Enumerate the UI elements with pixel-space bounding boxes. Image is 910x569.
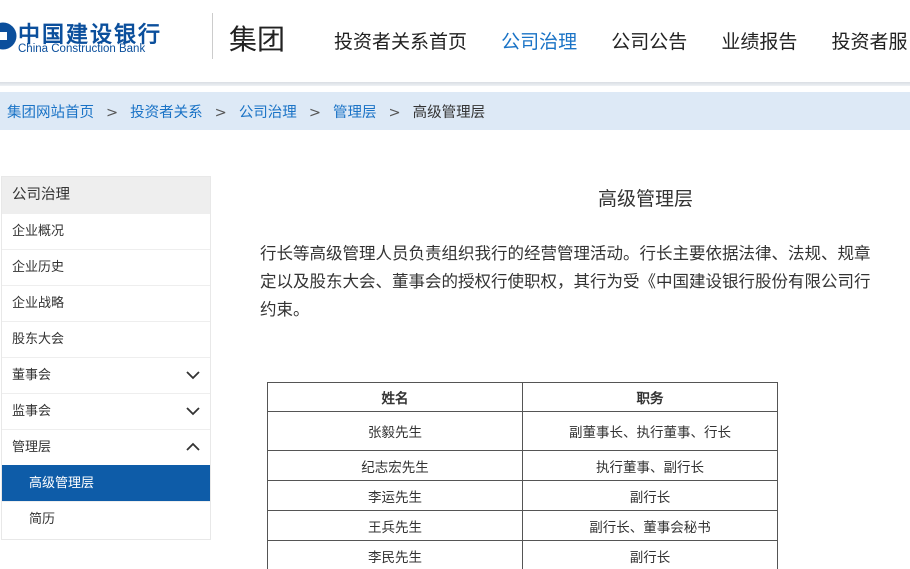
breadcrumb-separator: > — [388, 105, 401, 121]
cell-name: 李运先生 — [267, 480, 523, 511]
breadcrumb-investor-relations[interactable]: 投资者关系 — [130, 105, 203, 121]
table-row: 李运先生 副行长 — [267, 480, 778, 511]
sidebar-item-strategy[interactable]: 企业战略 — [2, 285, 210, 321]
sidebar-nav: 公司治理 企业概况 企业历史 企业战略 股东大会 董事会 监事会 管理层 高级管… — [1, 176, 211, 540]
cell-position: 副行长 — [522, 540, 778, 569]
management-table-container: 姓名 职务 张毅先生 副董事长、执行董事、行长 纪志宏先生 执行董事、副行长 李… — [267, 382, 779, 569]
column-header-position: 职务 — [522, 382, 778, 412]
sidebar-header: 公司治理 — [2, 177, 210, 213]
intro-line: 约束。 — [260, 300, 310, 319]
page-title: 高级管理层 — [598, 188, 694, 210]
nav-results-reports[interactable]: 业绩报告 — [721, 27, 797, 54]
column-header-name: 姓名 — [267, 382, 523, 412]
table-header-row: 姓名 职务 — [267, 382, 778, 412]
sidebar-item-label: 企业历史 — [12, 260, 65, 275]
table-row: 张毅先生 副董事长、执行董事、行长 — [267, 411, 778, 451]
breadcrumb-separator: > — [214, 105, 227, 121]
ccb-logo-icon — [0, 22, 17, 50]
breadcrumb: 集团网站首页 > 投资者关系 > 公司治理 > 管理层 > 高级管理层 — [0, 92, 910, 130]
table-row: 李民先生 副行长 — [267, 540, 778, 569]
sidebar-item-senior-management[interactable]: 高级管理层 — [2, 465, 210, 501]
table-row: 王兵先生 副行长、董事会秘书 — [267, 510, 778, 541]
site-header: 中国建设银行 China Construction Bank 集团 投资者关系首… — [0, 0, 910, 82]
intro-paragraph: 行长等高级管理人员负责组织我行的经营管理活动。行长主要依据法律、法规、规章 定以… — [260, 240, 910, 324]
cell-position: 副行长、董事会秘书 — [522, 510, 778, 541]
chevron-down-icon[interactable] — [186, 370, 200, 380]
sidebar-item-resumes[interactable]: 简历 — [2, 501, 210, 537]
cell-name: 王兵先生 — [267, 510, 523, 541]
sidebar-item-label: 监事会 — [12, 404, 52, 419]
sidebar-item-shareholders-meeting[interactable]: 股东大会 — [2, 321, 210, 357]
breadcrumb-separator: > — [106, 105, 119, 121]
breadcrumb-group-home[interactable]: 集团网站首页 — [7, 105, 94, 121]
ccb-logo[interactable]: 中国建设银行 China Construction Bank — [0, 15, 198, 59]
chevron-up-icon[interactable] — [186, 442, 200, 452]
cell-name: 张毅先生 — [267, 411, 523, 451]
logo-text-en: China Construction Bank — [18, 43, 146, 55]
sidebar-item-label: 管理层 — [12, 440, 52, 455]
sidebar-item-label: 简历 — [29, 512, 56, 527]
cell-name: 李民先生 — [267, 540, 523, 569]
sidebar-item-supervisors[interactable]: 监事会 — [2, 393, 210, 429]
nav-announcements[interactable]: 公司公告 — [611, 27, 687, 54]
cell-position: 副董事长、执行董事、行长 — [522, 411, 778, 451]
management-table: 姓名 职务 张毅先生 副董事长、执行董事、行长 纪志宏先生 执行董事、副行长 李… — [267, 382, 778, 569]
breadcrumb-current: 高级管理层 — [412, 105, 486, 121]
nav-investor-services[interactable]: 投资者服 — [831, 27, 907, 54]
nav-investor-home[interactable]: 投资者关系首页 — [334, 27, 467, 54]
sidebar-item-management[interactable]: 管理层 — [2, 429, 210, 465]
breadcrumb-trail: 集团网站首页 > 投资者关系 > 公司治理 > 管理层 > 高级管理层 — [7, 101, 485, 122]
sidebar-item-label: 企业概况 — [12, 224, 65, 239]
sidebar-item-overview[interactable]: 企业概况 — [2, 213, 210, 249]
sidebar-item-label: 企业战略 — [12, 296, 65, 311]
sidebar-item-board[interactable]: 董事会 — [2, 357, 210, 393]
intro-line: 定以及股东大会、董事会的授权行使职权，其行为受《中国建设银行股份有限公司行 — [260, 272, 871, 291]
breadcrumb-corporate-governance[interactable]: 公司治理 — [239, 105, 297, 121]
intro-line: 行长等高级管理人员负责组织我行的经营管理活动。行长主要依据法律、法规、规章 — [260, 244, 871, 263]
sidebar-item-label: 董事会 — [12, 368, 52, 383]
breadcrumb-separator: > — [308, 105, 321, 121]
chevron-down-icon[interactable] — [186, 406, 200, 416]
cell-position: 副行长 — [522, 480, 778, 511]
sidebar-item-history[interactable]: 企业历史 — [2, 249, 210, 285]
breadcrumb-management[interactable]: 管理层 — [333, 105, 377, 121]
header-shadow — [0, 82, 910, 86]
cell-position: 执行董事、副行长 — [522, 450, 778, 481]
group-link[interactable]: 集团 — [229, 18, 285, 58]
main-nav: 投资者关系首页 公司治理 公司公告 业绩报告 投资者服 — [334, 27, 910, 54]
cell-name: 纪志宏先生 — [267, 450, 523, 481]
table-row: 纪志宏先生 执行董事、副行长 — [267, 450, 778, 481]
sidebar-item-label: 股东大会 — [12, 332, 65, 347]
sidebar-item-label: 高级管理层 — [29, 476, 95, 491]
header-divider — [212, 13, 213, 59]
page: 中国建设银行 China Construction Bank 集团 投资者关系首… — [0, 0, 910, 569]
nav-corporate-governance[interactable]: 公司治理 — [501, 27, 577, 54]
